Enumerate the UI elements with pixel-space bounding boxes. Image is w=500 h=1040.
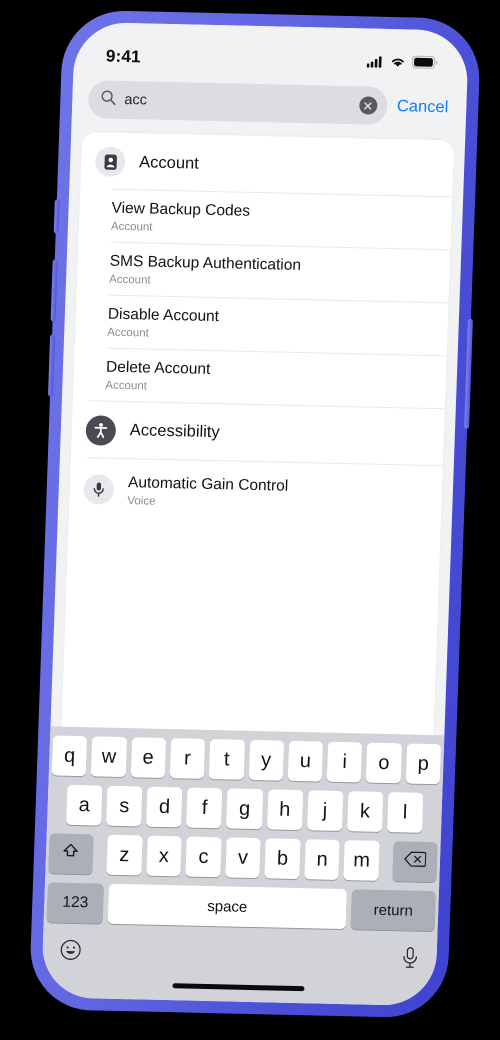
keyboard-row-2: a s d f g h j k l xyxy=(50,784,439,833)
on-screen-keyboard: q w e r t y u i o p a s d f g h j k l z … xyxy=(41,726,445,1007)
key-n[interactable]: n xyxy=(304,839,341,880)
section-header-voice[interactable]: Automatic Gain Control Voice xyxy=(69,457,443,517)
section-header-account[interactable]: Account xyxy=(80,132,454,196)
keyboard-row-3: z x c v b n m xyxy=(48,833,438,883)
return-key[interactable]: return xyxy=(350,889,436,932)
dictation-microphone-icon[interactable] xyxy=(400,946,420,973)
section-title: Accessibility xyxy=(129,421,221,442)
phone-screen: 9:41 acc Cancel Account View Backup Code… xyxy=(41,21,469,1007)
search-results-card: Account View Backup Codes Account SMS Ba… xyxy=(61,132,455,736)
key-b[interactable]: b xyxy=(264,838,301,880)
shift-key[interactable] xyxy=(48,833,94,875)
home-indicator[interactable] xyxy=(172,982,305,991)
key-r[interactable]: r xyxy=(169,738,206,779)
key-j[interactable]: j xyxy=(306,790,344,832)
key-k[interactable]: k xyxy=(346,791,384,832)
wifi-icon xyxy=(389,55,406,73)
key-p[interactable]: p xyxy=(405,743,442,785)
key-w[interactable]: w xyxy=(91,736,127,778)
key-x[interactable]: x xyxy=(145,835,182,877)
shift-arrow-icon xyxy=(61,841,81,866)
key-y[interactable]: y xyxy=(248,739,284,781)
key-l[interactable]: l xyxy=(386,792,424,833)
row3-left-gap xyxy=(97,835,102,875)
key-g[interactable]: g xyxy=(226,788,263,830)
backspace-icon xyxy=(404,850,427,873)
list-item[interactable]: SMS Backup Authentication Account xyxy=(77,242,451,302)
cancel-button[interactable]: Cancel xyxy=(397,97,451,117)
microphone-icon xyxy=(83,473,115,505)
numbers-key[interactable]: 123 xyxy=(46,882,105,924)
contact-card-icon xyxy=(94,146,126,177)
clear-icon[interactable] xyxy=(358,96,378,115)
key-z[interactable]: z xyxy=(106,834,143,876)
key-h[interactable]: h xyxy=(266,789,304,831)
voice-result: Automatic Gain Control Voice xyxy=(127,473,288,511)
search-input-value: acc xyxy=(124,91,148,109)
signal-bars-icon xyxy=(366,54,384,72)
key-t[interactable]: t xyxy=(208,739,245,780)
keyboard-row-4: 123 space return xyxy=(46,882,436,932)
status-icons xyxy=(366,54,438,74)
section-title: Account xyxy=(138,152,200,173)
search-bar-row: acc Cancel xyxy=(71,69,468,141)
space-key[interactable]: space xyxy=(107,883,347,930)
phone-mockup: 9:41 acc Cancel Account View Backup Code… xyxy=(28,9,482,1019)
list-item[interactable]: View Backup Codes Account xyxy=(78,189,452,249)
status-time: 9:41 xyxy=(105,46,142,67)
list-item[interactable]: Delete Account Account xyxy=(73,348,447,408)
key-s[interactable]: s xyxy=(106,785,143,827)
keyboard-row-1: q w e r t y u i o p xyxy=(51,735,442,785)
key-u[interactable]: u xyxy=(287,740,324,782)
key-i[interactable]: i xyxy=(326,741,363,783)
key-f[interactable]: f xyxy=(186,787,223,829)
battery-icon xyxy=(411,55,438,74)
key-v[interactable]: v xyxy=(225,837,261,879)
key-d[interactable]: d xyxy=(146,786,183,828)
key-e[interactable]: e xyxy=(130,737,167,778)
search-icon xyxy=(100,89,117,110)
screenshot-stage: 9:41 acc Cancel Account View Backup Code… xyxy=(0,0,500,1040)
search-input[interactable]: acc xyxy=(87,80,388,125)
backspace-key[interactable] xyxy=(392,841,438,883)
key-m[interactable]: m xyxy=(343,840,380,881)
result-subtitle: Voice xyxy=(127,494,156,508)
list-item[interactable]: Disable Account Account xyxy=(75,295,449,355)
emoji-smiley-icon[interactable] xyxy=(59,938,82,965)
accessibility-icon xyxy=(85,414,117,446)
key-c[interactable]: c xyxy=(185,836,222,878)
row3-right-gap xyxy=(383,841,388,881)
result-title: Automatic Gain Control xyxy=(127,473,289,495)
key-q[interactable]: q xyxy=(51,735,88,777)
key-a[interactable]: a xyxy=(66,784,103,826)
section-header-accessibility[interactable]: Accessibility xyxy=(71,401,445,465)
key-o[interactable]: o xyxy=(366,742,402,784)
